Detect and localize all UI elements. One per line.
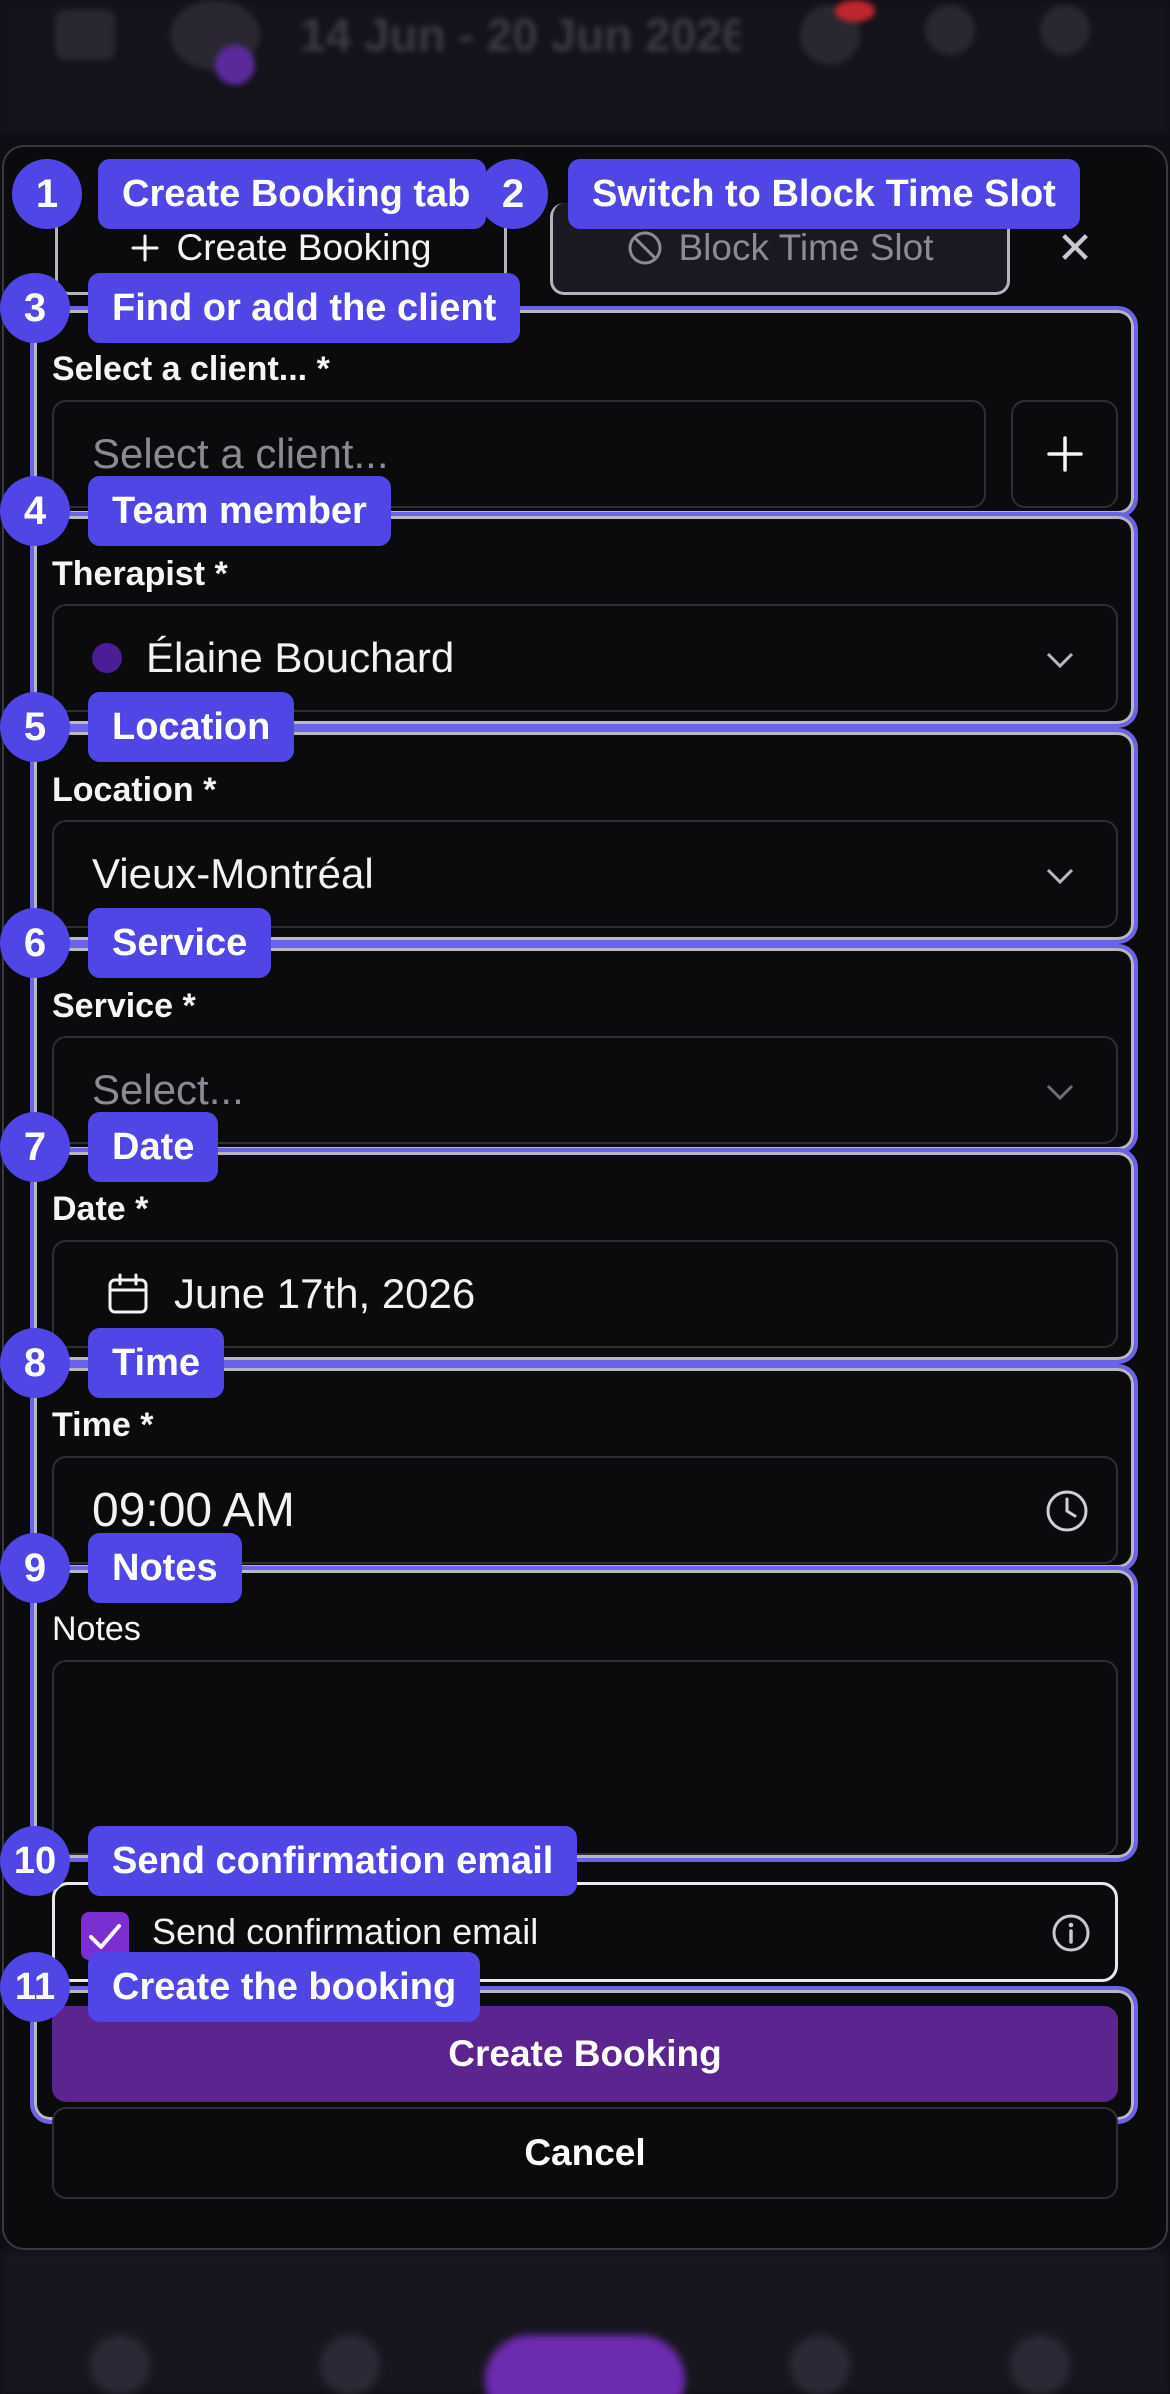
time-label: Time * [52,1406,154,1444]
plus-icon [131,234,159,261]
profile-icon [1040,5,1090,55]
therapist-color-dot [92,643,122,673]
info-icon[interactable] [1051,1913,1091,1953]
add-fab-button [485,2335,685,2394]
tab-block-label: Block Time Slot [678,226,934,268]
annotation-number-8: 8 [0,1328,70,1398]
confirmation-email-label: Send confirmation email [152,1911,539,1952]
close-icon[interactable]: ✕ [1055,225,1095,273]
ban-icon [628,231,661,264]
therapist-value: Élaine Bouchard [146,634,455,681]
annotation-label-11: Create the booking [88,1952,481,2022]
settings-icon [925,5,975,55]
annotation-number-10: 10 [0,1826,70,1896]
client-placeholder: Select a client... [92,430,389,477]
time-value: 09:00 AM [92,1483,295,1537]
annotation-label-2: Switch to Block Time Slot [568,159,1080,229]
nav-icon [1010,2335,1070,2394]
background-bottom-nav [0,2250,1170,2394]
location-value: Vieux-Montréal [92,850,374,897]
service-placeholder: Select... [92,1066,244,1113]
tab-create-label: Create Booking [176,226,432,268]
annotation-number-4: 4 [0,476,70,546]
annotation-number-9: 9 [0,1533,70,1603]
annotation-label-7: Date [88,1112,219,1182]
service-label: Service * [52,987,196,1025]
chevron-down-icon [1046,868,1074,885]
annotation-label-3: Find or add the client [88,273,521,343]
cancel-button[interactable]: Cancel [52,2107,1118,2199]
date-range: 14 Jun - 20 Jun 2026 [300,9,740,58]
therapist-label: Therapist * [52,555,228,593]
date-label: Date * [52,1190,149,1228]
notification-badge [835,0,875,22]
plus-icon [1046,436,1083,472]
annotation-number-6: 6 [0,908,70,978]
location-label: Location * [52,771,217,809]
clock-icon [1046,1490,1088,1532]
annotation-label-1: Create Booking tab [98,159,486,229]
calendar-icon [108,1273,148,1314]
annotation-label-4: Team member [88,476,391,546]
annotation-label-5: Location [88,692,295,762]
client-label: Select a client... * [52,350,330,388]
annotation-number-1: 1 [12,159,82,229]
background-top-bar: 14 Jun - 20 Jun 2026 [0,0,1170,135]
nav-icon [790,2335,850,2394]
chevron-down-icon [1046,652,1074,669]
annotation-label-6: Service [88,908,272,978]
date-value: June 17th, 2026 [174,1270,476,1317]
annotation-number-2: 2 [478,159,548,229]
chevron-down-icon [1046,1084,1074,1101]
status-dot [215,45,255,85]
annotation-number-5: 5 [0,692,70,762]
nav-icon [320,2335,380,2394]
annotation-label-8: Time [88,1328,225,1398]
annotation-number-11: 11 [0,1952,70,2022]
annotation-number-3: 3 [0,273,70,343]
annotation-number-7: 7 [0,1112,70,1182]
annotation-label-10: Send confirmation email [88,1826,578,1896]
nav-icon [90,2335,150,2394]
annotation-label-9: Notes [88,1533,242,1603]
add-client-button[interactable] [1011,400,1118,508]
menu-icon [55,10,115,60]
notes-label: Notes [52,1610,141,1648]
